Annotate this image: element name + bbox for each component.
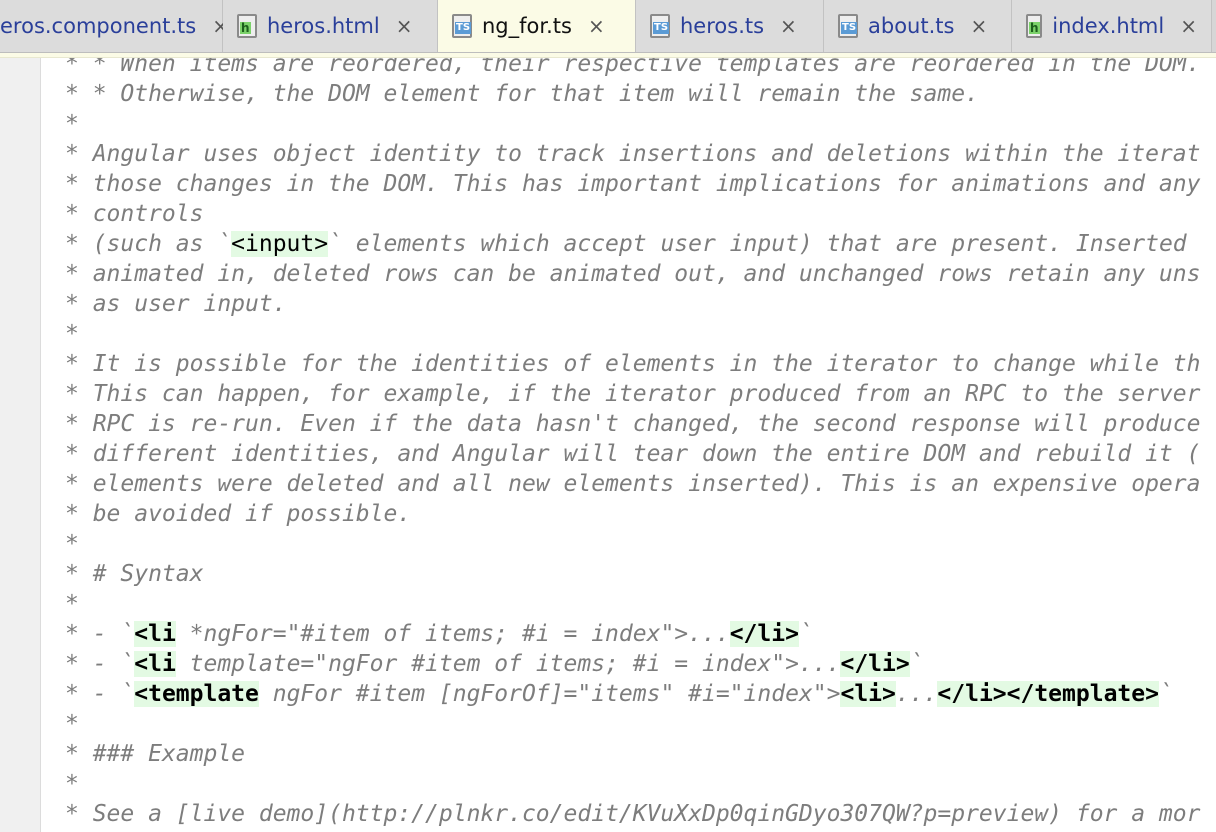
comment-text: * controls: [65, 201, 204, 227]
code-line: * as user input.: [0, 289, 1216, 319]
html-tag: <li: [134, 651, 176, 677]
tab-about-ts[interactable]: TS about.ts ×: [824, 0, 1012, 52]
tab-ng-for-ts[interactable]: TS ng_for.ts ×: [438, 0, 636, 52]
html-tag: <template: [134, 681, 259, 707]
tab-heros-html[interactable]: h heros.html ×: [223, 0, 438, 52]
comment-text: *: [65, 591, 79, 617]
comment-text: * - `: [65, 621, 135, 647]
editor-gutter: [0, 0, 41, 832]
code-line: * (such as `<input>` elements which acce…: [0, 229, 1216, 259]
code-editor[interactable]: * * When items are reordered, their resp…: [0, 49, 1216, 829]
code-line: *: [0, 319, 1216, 349]
tab-label: about.ts: [868, 14, 955, 38]
comment-text: * - `: [65, 681, 135, 707]
html-file-icon: h: [1026, 14, 1043, 38]
html-file-icon: h: [237, 14, 257, 38]
code-line: * This can happen, for example, if the i…: [0, 379, 1216, 409]
close-tab-icon[interactable]: ×: [970, 14, 987, 38]
code-line: *: [0, 109, 1216, 139]
tab-label: ng_for.ts: [482, 14, 572, 38]
tab-label: eros.component.ts: [0, 14, 197, 38]
code-line: *: [0, 589, 1216, 619]
code-line: * Angular uses object identity to track …: [0, 139, 1216, 169]
comment-text: * See a [live demo](http://plnkr.co/edit…: [65, 801, 1201, 827]
code-line: *: [0, 709, 1216, 739]
typescript-file-icon: TS: [838, 14, 858, 38]
code-line: * elements were deleted and all new elem…: [0, 469, 1216, 499]
comment-text: * This can happen, for example, if the i…: [65, 381, 1201, 407]
comment-text: * Angular uses object identity to track …: [65, 141, 1201, 167]
comment-text: * - `: [65, 651, 135, 677]
tab-eros-component-ts[interactable]: eros.component.ts ×: [0, 0, 229, 52]
close-tab-icon[interactable]: ×: [780, 14, 797, 38]
comment-text: *ngFor="#item of items; #i = index">...: [175, 621, 730, 647]
close-tab-icon[interactable]: ×: [396, 14, 413, 38]
code-line: * It is possible for the identities of e…: [0, 349, 1216, 379]
code-line: * # Syntax: [0, 559, 1216, 589]
tab-heros-ts[interactable]: TS heros.ts ×: [636, 0, 824, 52]
comment-text: `: [798, 621, 813, 647]
html-tag: <li>: [840, 681, 896, 707]
tab-label: heros.html: [267, 14, 380, 38]
comment-text: ...: [895, 681, 938, 707]
tab-label: heros.ts: [680, 14, 765, 38]
comment-text: * different identities, and Angular will…: [65, 441, 1201, 467]
html-tag: <li: [134, 621, 176, 647]
code-line: * animated in, deleted rows can be anima…: [0, 259, 1216, 289]
typescript-file-icon: TS: [650, 14, 670, 38]
comment-text: * * Otherwise, the DOM element for that …: [65, 81, 979, 107]
html-tag: </li></template>: [937, 681, 1159, 707]
html-tag: <input>: [231, 231, 329, 257]
code-line: * - `<li template="ngFor #item of items;…: [0, 649, 1216, 679]
comment-text: *: [65, 321, 79, 347]
close-tab-icon[interactable]: ×: [588, 14, 605, 38]
code-line: * RPC is re-run. Even if the data hasn't…: [0, 409, 1216, 439]
code-line: * controls: [0, 199, 1216, 229]
code-line: *: [0, 769, 1216, 799]
comment-text: *: [65, 531, 79, 557]
html-tag: </li>: [840, 651, 910, 677]
comment-text: `: [909, 651, 924, 677]
editor-tab-bar: eros.component.ts × h heros.html × TS ng_for.t…: [0, 0, 1216, 53]
code-line: * See a [live demo](http://plnkr.co/edit…: [0, 799, 1216, 829]
code-line: * ### Example: [0, 739, 1216, 769]
html-tag: </li>: [729, 621, 799, 647]
comment-text: * be avoided if possible.: [65, 501, 412, 527]
code-line: * be avoided if possible.: [0, 499, 1216, 529]
code-line: * - `<template ngFor #item [ngForOf]="it…: [0, 679, 1216, 709]
typescript-file-icon: TS: [452, 14, 472, 38]
tab-index-html[interactable]: h index.html ×: [1012, 0, 1212, 52]
comment-text: *: [65, 771, 79, 797]
comment-text: *: [65, 711, 79, 737]
code-line: * different identities, and Angular will…: [0, 439, 1216, 469]
comment-text: `: [1158, 681, 1173, 707]
code-line: * - `<li *ngFor="#item of items; #i = in…: [0, 619, 1216, 649]
comment-text: * (such as `: [65, 231, 232, 257]
code-line: * * Otherwise, the DOM element for that …: [0, 79, 1216, 109]
comment-text: * It is possible for the identities of e…: [65, 351, 1201, 377]
comment-text: * animated in, deleted rows can be anima…: [65, 261, 1201, 287]
comment-text: *: [65, 111, 79, 137]
comment-text: * elements were deleted and all new elem…: [65, 471, 1201, 497]
comment-text: * those changes in the DOM. This has imp…: [65, 171, 1201, 197]
comment-text: * as user input.: [65, 291, 287, 317]
tab-label: index.html: [1052, 14, 1165, 38]
comment-text: ngFor #item [ngForOf]="items" #i="index"…: [258, 681, 841, 707]
comment-text: ` elements which accept user input) that…: [328, 231, 1201, 257]
close-tab-icon[interactable]: ×: [1180, 14, 1197, 38]
comment-text: * ### Example: [65, 741, 246, 767]
code-line: *: [0, 529, 1216, 559]
comment-text: * # Syntax: [65, 561, 204, 587]
comment-text: * RPC is re-run. Even if the data hasn't…: [65, 411, 1201, 437]
code-line: * those changes in the DOM. This has imp…: [0, 169, 1216, 199]
comment-text: template="ngFor #item of items; #i = ind…: [175, 651, 841, 677]
